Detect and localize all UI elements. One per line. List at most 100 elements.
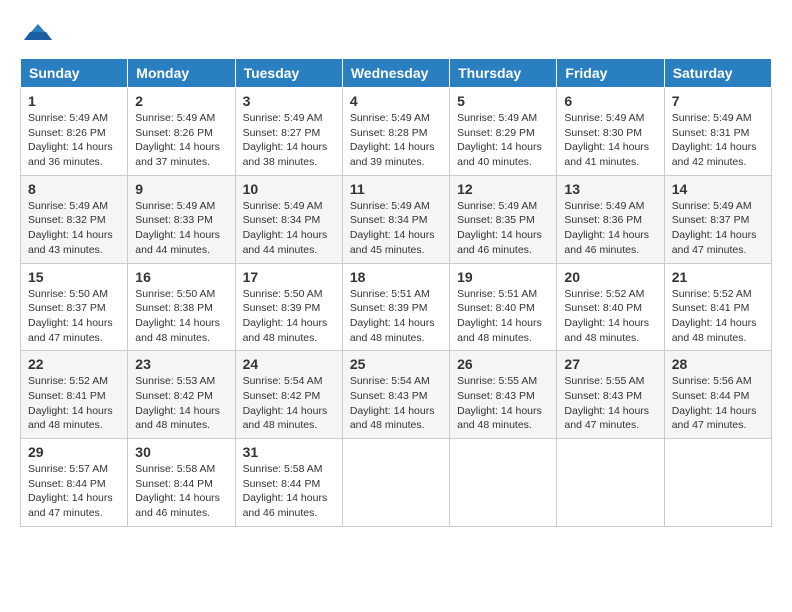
day-number: 29 bbox=[28, 444, 120, 460]
day-number: 31 bbox=[243, 444, 335, 460]
calendar-cell: 13 Sunrise: 5:49 AM Sunset: 8:36 PM Dayl… bbox=[557, 175, 664, 263]
calendar-cell: 8 Sunrise: 5:49 AM Sunset: 8:32 PM Dayli… bbox=[21, 175, 128, 263]
calendar-cell: 10 Sunrise: 5:49 AM Sunset: 8:34 PM Dayl… bbox=[235, 175, 342, 263]
day-info: Sunrise: 5:54 AM Sunset: 8:42 PM Dayligh… bbox=[243, 374, 335, 433]
calendar-cell bbox=[342, 439, 449, 527]
calendar-cell: 24 Sunrise: 5:54 AM Sunset: 8:42 PM Dayl… bbox=[235, 351, 342, 439]
day-info: Sunrise: 5:55 AM Sunset: 8:43 PM Dayligh… bbox=[457, 374, 549, 433]
calendar-cell: 17 Sunrise: 5:50 AM Sunset: 8:39 PM Dayl… bbox=[235, 263, 342, 351]
day-number: 20 bbox=[564, 269, 656, 285]
day-info: Sunrise: 5:49 AM Sunset: 8:34 PM Dayligh… bbox=[350, 199, 442, 258]
day-info: Sunrise: 5:52 AM Sunset: 8:40 PM Dayligh… bbox=[564, 287, 656, 346]
calendar-cell: 12 Sunrise: 5:49 AM Sunset: 8:35 PM Dayl… bbox=[450, 175, 557, 263]
day-info: Sunrise: 5:49 AM Sunset: 8:27 PM Dayligh… bbox=[243, 111, 335, 170]
calendar-cell: 21 Sunrise: 5:52 AM Sunset: 8:41 PM Dayl… bbox=[664, 263, 771, 351]
week-row-1: 1 Sunrise: 5:49 AM Sunset: 8:26 PM Dayli… bbox=[21, 88, 772, 176]
calendar-cell bbox=[664, 439, 771, 527]
calendar-cell: 3 Sunrise: 5:49 AM Sunset: 8:27 PM Dayli… bbox=[235, 88, 342, 176]
weekday-header-thursday: Thursday bbox=[450, 59, 557, 88]
calendar-table: SundayMondayTuesdayWednesdayThursdayFrid… bbox=[20, 58, 772, 527]
calendar-cell: 22 Sunrise: 5:52 AM Sunset: 8:41 PM Dayl… bbox=[21, 351, 128, 439]
day-number: 19 bbox=[457, 269, 549, 285]
day-number: 10 bbox=[243, 181, 335, 197]
day-number: 7 bbox=[672, 93, 764, 109]
calendar-cell: 30 Sunrise: 5:58 AM Sunset: 8:44 PM Dayl… bbox=[128, 439, 235, 527]
day-info: Sunrise: 5:56 AM Sunset: 8:44 PM Dayligh… bbox=[672, 374, 764, 433]
calendar-cell: 29 Sunrise: 5:57 AM Sunset: 8:44 PM Dayl… bbox=[21, 439, 128, 527]
day-number: 4 bbox=[350, 93, 442, 109]
day-info: Sunrise: 5:49 AM Sunset: 8:26 PM Dayligh… bbox=[28, 111, 120, 170]
weekday-header-monday: Monday bbox=[128, 59, 235, 88]
weekday-header-wednesday: Wednesday bbox=[342, 59, 449, 88]
day-number: 26 bbox=[457, 356, 549, 372]
weekday-header-friday: Friday bbox=[557, 59, 664, 88]
calendar-cell: 31 Sunrise: 5:58 AM Sunset: 8:44 PM Dayl… bbox=[235, 439, 342, 527]
day-number: 21 bbox=[672, 269, 764, 285]
calendar-cell: 20 Sunrise: 5:52 AM Sunset: 8:40 PM Dayl… bbox=[557, 263, 664, 351]
day-info: Sunrise: 5:51 AM Sunset: 8:40 PM Dayligh… bbox=[457, 287, 549, 346]
day-info: Sunrise: 5:49 AM Sunset: 8:26 PM Dayligh… bbox=[135, 111, 227, 170]
day-info: Sunrise: 5:50 AM Sunset: 8:38 PM Dayligh… bbox=[135, 287, 227, 346]
calendar-cell: 9 Sunrise: 5:49 AM Sunset: 8:33 PM Dayli… bbox=[128, 175, 235, 263]
day-info: Sunrise: 5:51 AM Sunset: 8:39 PM Dayligh… bbox=[350, 287, 442, 346]
day-number: 27 bbox=[564, 356, 656, 372]
page-header bbox=[20, 20, 772, 48]
day-number: 1 bbox=[28, 93, 120, 109]
calendar-cell: 7 Sunrise: 5:49 AM Sunset: 8:31 PM Dayli… bbox=[664, 88, 771, 176]
calendar-cell bbox=[450, 439, 557, 527]
calendar-cell: 19 Sunrise: 5:51 AM Sunset: 8:40 PM Dayl… bbox=[450, 263, 557, 351]
day-number: 16 bbox=[135, 269, 227, 285]
day-info: Sunrise: 5:49 AM Sunset: 8:33 PM Dayligh… bbox=[135, 199, 227, 258]
calendar-cell: 6 Sunrise: 5:49 AM Sunset: 8:30 PM Dayli… bbox=[557, 88, 664, 176]
day-info: Sunrise: 5:49 AM Sunset: 8:32 PM Dayligh… bbox=[28, 199, 120, 258]
day-number: 11 bbox=[350, 181, 442, 197]
day-info: Sunrise: 5:52 AM Sunset: 8:41 PM Dayligh… bbox=[28, 374, 120, 433]
day-number: 18 bbox=[350, 269, 442, 285]
calendar-cell bbox=[557, 439, 664, 527]
calendar-cell: 14 Sunrise: 5:49 AM Sunset: 8:37 PM Dayl… bbox=[664, 175, 771, 263]
day-info: Sunrise: 5:49 AM Sunset: 8:30 PM Dayligh… bbox=[564, 111, 656, 170]
day-number: 12 bbox=[457, 181, 549, 197]
day-info: Sunrise: 5:49 AM Sunset: 8:28 PM Dayligh… bbox=[350, 111, 442, 170]
day-info: Sunrise: 5:50 AM Sunset: 8:39 PM Dayligh… bbox=[243, 287, 335, 346]
week-row-4: 22 Sunrise: 5:52 AM Sunset: 8:41 PM Dayl… bbox=[21, 351, 772, 439]
logo-icon bbox=[24, 20, 52, 48]
day-info: Sunrise: 5:52 AM Sunset: 8:41 PM Dayligh… bbox=[672, 287, 764, 346]
calendar-cell: 18 Sunrise: 5:51 AM Sunset: 8:39 PM Dayl… bbox=[342, 263, 449, 351]
calendar-cell: 16 Sunrise: 5:50 AM Sunset: 8:38 PM Dayl… bbox=[128, 263, 235, 351]
day-number: 30 bbox=[135, 444, 227, 460]
week-row-2: 8 Sunrise: 5:49 AM Sunset: 8:32 PM Dayli… bbox=[21, 175, 772, 263]
day-number: 25 bbox=[350, 356, 442, 372]
day-number: 3 bbox=[243, 93, 335, 109]
calendar-cell: 1 Sunrise: 5:49 AM Sunset: 8:26 PM Dayli… bbox=[21, 88, 128, 176]
day-info: Sunrise: 5:49 AM Sunset: 8:37 PM Dayligh… bbox=[672, 199, 764, 258]
calendar-cell: 28 Sunrise: 5:56 AM Sunset: 8:44 PM Dayl… bbox=[664, 351, 771, 439]
day-info: Sunrise: 5:49 AM Sunset: 8:35 PM Dayligh… bbox=[457, 199, 549, 258]
day-number: 8 bbox=[28, 181, 120, 197]
week-row-5: 29 Sunrise: 5:57 AM Sunset: 8:44 PM Dayl… bbox=[21, 439, 772, 527]
weekday-header-saturday: Saturday bbox=[664, 59, 771, 88]
day-number: 22 bbox=[28, 356, 120, 372]
day-number: 17 bbox=[243, 269, 335, 285]
day-number: 6 bbox=[564, 93, 656, 109]
day-number: 9 bbox=[135, 181, 227, 197]
day-number: 23 bbox=[135, 356, 227, 372]
calendar-cell: 27 Sunrise: 5:55 AM Sunset: 8:43 PM Dayl… bbox=[557, 351, 664, 439]
day-number: 15 bbox=[28, 269, 120, 285]
day-info: Sunrise: 5:53 AM Sunset: 8:42 PM Dayligh… bbox=[135, 374, 227, 433]
day-number: 13 bbox=[564, 181, 656, 197]
weekday-header-sunday: Sunday bbox=[21, 59, 128, 88]
day-info: Sunrise: 5:58 AM Sunset: 8:44 PM Dayligh… bbox=[243, 462, 335, 521]
week-row-3: 15 Sunrise: 5:50 AM Sunset: 8:37 PM Dayl… bbox=[21, 263, 772, 351]
calendar-cell: 23 Sunrise: 5:53 AM Sunset: 8:42 PM Dayl… bbox=[128, 351, 235, 439]
day-info: Sunrise: 5:50 AM Sunset: 8:37 PM Dayligh… bbox=[28, 287, 120, 346]
logo bbox=[20, 20, 52, 48]
day-info: Sunrise: 5:55 AM Sunset: 8:43 PM Dayligh… bbox=[564, 374, 656, 433]
day-info: Sunrise: 5:49 AM Sunset: 8:34 PM Dayligh… bbox=[243, 199, 335, 258]
day-number: 24 bbox=[243, 356, 335, 372]
weekday-header-tuesday: Tuesday bbox=[235, 59, 342, 88]
day-info: Sunrise: 5:57 AM Sunset: 8:44 PM Dayligh… bbox=[28, 462, 120, 521]
day-number: 2 bbox=[135, 93, 227, 109]
day-number: 28 bbox=[672, 356, 764, 372]
weekday-header-row: SundayMondayTuesdayWednesdayThursdayFrid… bbox=[21, 59, 772, 88]
